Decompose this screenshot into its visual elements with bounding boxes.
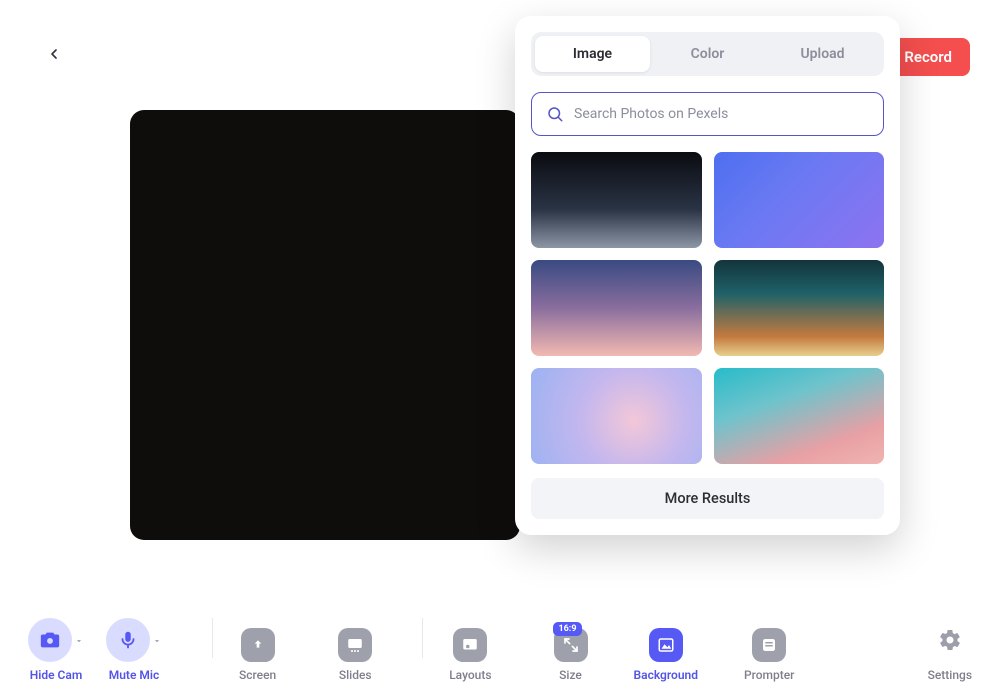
background-thumb[interactable]: [714, 260, 885, 356]
background-popover: Image Color Upload More Results: [515, 16, 900, 535]
divider: [422, 618, 423, 658]
back-button[interactable]: [40, 40, 68, 68]
toolbar-label: Hide Cam: [30, 668, 83, 682]
slides-icon: [346, 636, 364, 654]
toolbar-label: Settings: [928, 668, 972, 682]
tab-color[interactable]: Color: [650, 36, 765, 72]
size-button[interactable]: 16:9 Size: [554, 628, 588, 682]
toolbar-label: Mute Mic: [109, 668, 160, 682]
search-icon: [546, 105, 564, 123]
tab-image[interactable]: Image: [535, 36, 650, 72]
background-thumb[interactable]: [531, 152, 702, 248]
more-results-button[interactable]: More Results: [531, 478, 884, 519]
divider: [212, 618, 213, 658]
background-button[interactable]: Background: [634, 628, 698, 682]
search-bar[interactable]: [531, 92, 884, 136]
hide-cam-button[interactable]: Hide Cam: [28, 618, 84, 682]
toolbar-label: Layouts: [449, 668, 491, 682]
mic-icon: [117, 629, 139, 651]
background-thumb[interactable]: [714, 152, 885, 248]
toolbar: Hide Cam Mute Mic Screen Slides Layou: [0, 618, 1000, 682]
search-input[interactable]: [574, 106, 869, 122]
chevron-down-icon[interactable]: [152, 631, 162, 650]
layouts-icon: [461, 636, 479, 654]
toolbar-label: Slides: [339, 668, 372, 682]
preview-canvas: [130, 110, 520, 540]
background-thumb[interactable]: [531, 368, 702, 464]
size-badge: 16:9: [553, 622, 581, 636]
screen-share-icon: [250, 637, 266, 653]
layouts-button[interactable]: Layouts: [449, 628, 491, 682]
prompter-icon: [760, 636, 778, 654]
background-tabs: Image Color Upload: [531, 32, 884, 76]
resize-icon: [563, 637, 579, 653]
background-thumb[interactable]: [714, 368, 885, 464]
background-thumb[interactable]: [531, 260, 702, 356]
toolbar-label: Background: [634, 668, 698, 682]
mute-mic-button[interactable]: Mute Mic: [106, 618, 162, 682]
prompter-button[interactable]: Prompter: [744, 628, 794, 682]
settings-button[interactable]: Settings: [928, 618, 972, 682]
toolbar-label: Screen: [239, 668, 276, 682]
toolbar-label: Size: [559, 668, 582, 682]
background-grid: [531, 152, 884, 464]
tab-upload[interactable]: Upload: [765, 36, 880, 72]
image-icon: [657, 636, 675, 654]
slides-button[interactable]: Slides: [338, 628, 372, 682]
screen-button[interactable]: Screen: [239, 628, 276, 682]
chevron-down-icon[interactable]: [74, 631, 84, 650]
toolbar-label: Prompter: [744, 668, 794, 682]
gear-icon: [938, 628, 962, 652]
camera-icon: [39, 629, 61, 651]
chevron-left-icon: [46, 46, 62, 62]
